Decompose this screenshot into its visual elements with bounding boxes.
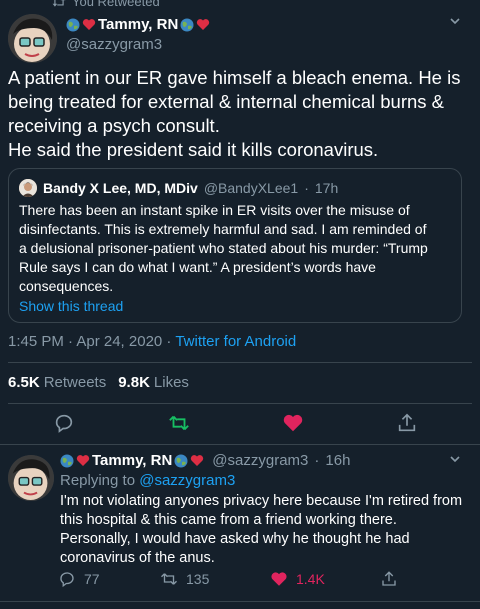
handle[interactable]: @sazzygram3	[66, 36, 162, 53]
retweets-stat[interactable]: 6.5K Retweets	[8, 374, 106, 391]
likes-count: 9.8K	[118, 374, 150, 391]
likes-stat[interactable]: 9.8K Likes	[118, 374, 189, 391]
divider	[8, 403, 472, 404]
reply-time[interactable]: 16h	[325, 452, 350, 469]
quote-author-handle: @BandyXLee1	[203, 180, 299, 196]
retweets-count: 6.5K	[8, 374, 40, 391]
replying-to-label: Replying to	[60, 472, 140, 489]
share-icon[interactable]	[396, 412, 418, 434]
like-icon[interactable]	[282, 412, 304, 434]
tweet-text-line: A patient in our ER gave himself a bleac…	[8, 67, 461, 88]
quote-body-line: disinfectants. This is extremely harmful…	[19, 221, 427, 237]
heart-emoji	[76, 455, 90, 466]
reply-avatar[interactable]	[8, 455, 54, 501]
display-name-text: Tammy, RN	[98, 16, 179, 33]
divider	[8, 362, 472, 363]
globe-emoji	[174, 454, 188, 467]
divider	[0, 601, 480, 602]
avatar[interactable]	[8, 14, 57, 63]
quote-body-line: consequences.	[19, 278, 114, 294]
reply-retweet-button[interactable]: 135	[160, 570, 209, 588]
retweet-count: 135	[186, 571, 210, 587]
tweet-text-line: receiving a psych consult.	[8, 115, 220, 136]
share-icon	[382, 571, 396, 586]
reply-text-line: Personally, I would have asked why he th…	[60, 531, 410, 547]
reply-reply-button[interactable]: 77	[58, 570, 100, 588]
like-icon	[271, 572, 287, 586]
chevron-down-icon[interactable]	[448, 14, 462, 28]
show-thread-link[interactable]: Show this thread	[19, 298, 451, 314]
heart-emoji	[191, 455, 204, 466]
quote-header: Bandy X Lee, MD, MDiv @BandyXLee1 · 17h	[19, 179, 451, 197]
timestamp-text[interactable]: 1:45 PM · Apr 24, 2020 ·	[8, 333, 175, 350]
replying-to: Replying to @sazzygram3	[60, 472, 235, 489]
quoted-tweet[interactable]: Bandy X Lee, MD, MDiv @BandyXLee1 · 17h …	[8, 168, 462, 323]
display-name[interactable]: Tammy, RN	[66, 16, 210, 33]
replying-to-mention[interactable]: @sazzygram3	[139, 472, 235, 489]
like-count: 1.4K	[296, 571, 325, 587]
reply-share-button[interactable]	[380, 570, 398, 588]
tweet-timestamp: 1:45 PM · Apr 24, 2020 · Twitter for And…	[8, 333, 296, 350]
globe-emoji	[180, 18, 194, 31]
reply-count: 77	[84, 571, 100, 587]
reply-text-line: this hospital & this came from a friend …	[60, 512, 397, 528]
retweets-label: Retweets	[43, 374, 107, 391]
engagement-stats: 6.5K Retweets 9.8K Likes	[8, 374, 189, 391]
reply-text: I'm not violating anyones privacy here b…	[60, 492, 470, 568]
quote-avatar	[19, 179, 37, 197]
client-link[interactable]: Twitter for Android	[175, 333, 296, 350]
tweet-text: A patient in our ER gave himself a bleac…	[8, 66, 473, 162]
tweet-text-line: He said the president said it kills coro…	[8, 139, 379, 160]
reply-display-name[interactable]: Tammy, RN	[92, 452, 172, 469]
quote-body-line: a delusional prisoner-patient who stated…	[19, 240, 428, 256]
tweet-actions	[0, 412, 480, 438]
heart-emoji	[82, 19, 96, 30]
reply-icon	[60, 572, 74, 588]
reply-separator: ·	[314, 452, 320, 469]
chevron-down-icon[interactable]	[448, 452, 462, 466]
retweet-icon[interactable]	[168, 412, 190, 434]
quote-body: There has been an instant spike in ER vi…	[19, 201, 451, 296]
tweet-text-line: being treated for external & internal ch…	[8, 91, 445, 112]
reply-actions: 77 135 1.4K	[0, 570, 480, 590]
quote-body-line: Rule says I can do what I want.” A presi…	[19, 259, 376, 275]
reply-icon[interactable]	[53, 412, 75, 434]
quote-body-line: There has been an instant spike in ER vi…	[19, 202, 410, 218]
reply-text-line: coronavirus of the anus.	[60, 550, 215, 566]
likes-label: Likes	[153, 374, 189, 391]
reply-like-button[interactable]: 1.4K	[270, 570, 325, 588]
reply-text-line: I'm not violating anyones privacy here b…	[60, 493, 463, 509]
reply-header: Tammy, RN @sazzygram3 · 16h	[60, 452, 350, 469]
quote-author-name: Bandy X Lee, MD, MDiv	[43, 180, 198, 196]
quote-time: 17h	[314, 180, 339, 196]
retweeted-label: You Retweeted	[72, 0, 160, 9]
retweet-icon	[161, 573, 177, 585]
divider	[0, 444, 480, 445]
heart-emoji	[197, 19, 210, 30]
quote-separator: ·	[304, 180, 309, 196]
globe-emoji	[60, 454, 74, 467]
globe-emoji	[66, 18, 80, 31]
retweeted-banner: You Retweeted	[52, 0, 160, 9]
retweet-icon	[52, 0, 64, 7]
reply-handle[interactable]: @sazzygram3	[212, 452, 308, 469]
